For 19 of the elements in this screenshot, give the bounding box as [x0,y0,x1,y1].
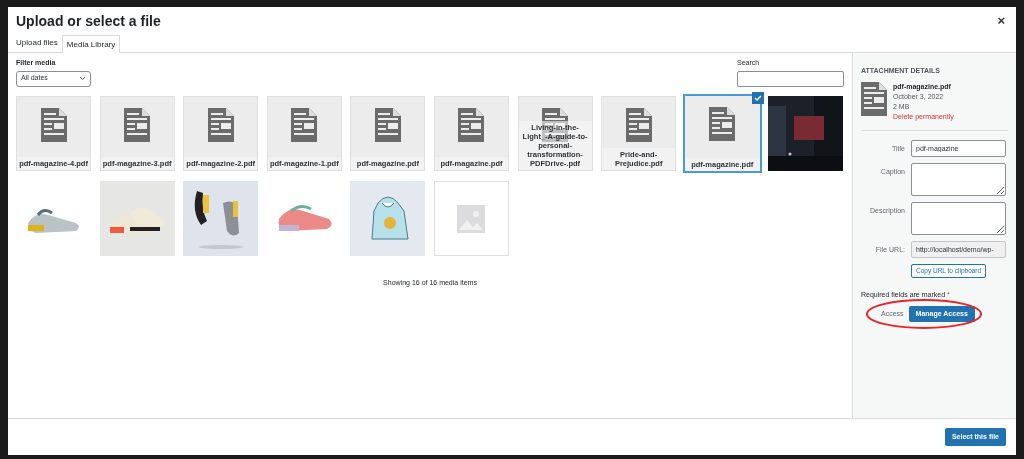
text-area[interactable] [911,201,1006,235]
chevron-down-icon [79,76,86,81]
document-icon [861,81,887,116]
document-icon [709,107,736,141]
close-button[interactable]: × [994,11,1008,31]
document-icon [625,108,652,142]
document-icon [458,108,485,142]
image-placeholder-icon [457,204,486,233]
document-icon [124,108,151,142]
tab[interactable]: Upload files [12,34,62,52]
text-area[interactable] [911,162,1006,196]
document-icon [207,108,234,142]
window-title: Upload or select a file [16,11,161,31]
document-icon [374,108,401,142]
document-icon [40,108,67,142]
tab[interactable]: Media Library [61,35,121,53]
document-icon [291,108,318,142]
media-tile[interactable] [433,181,509,256]
search-field[interactable] [737,70,844,87]
